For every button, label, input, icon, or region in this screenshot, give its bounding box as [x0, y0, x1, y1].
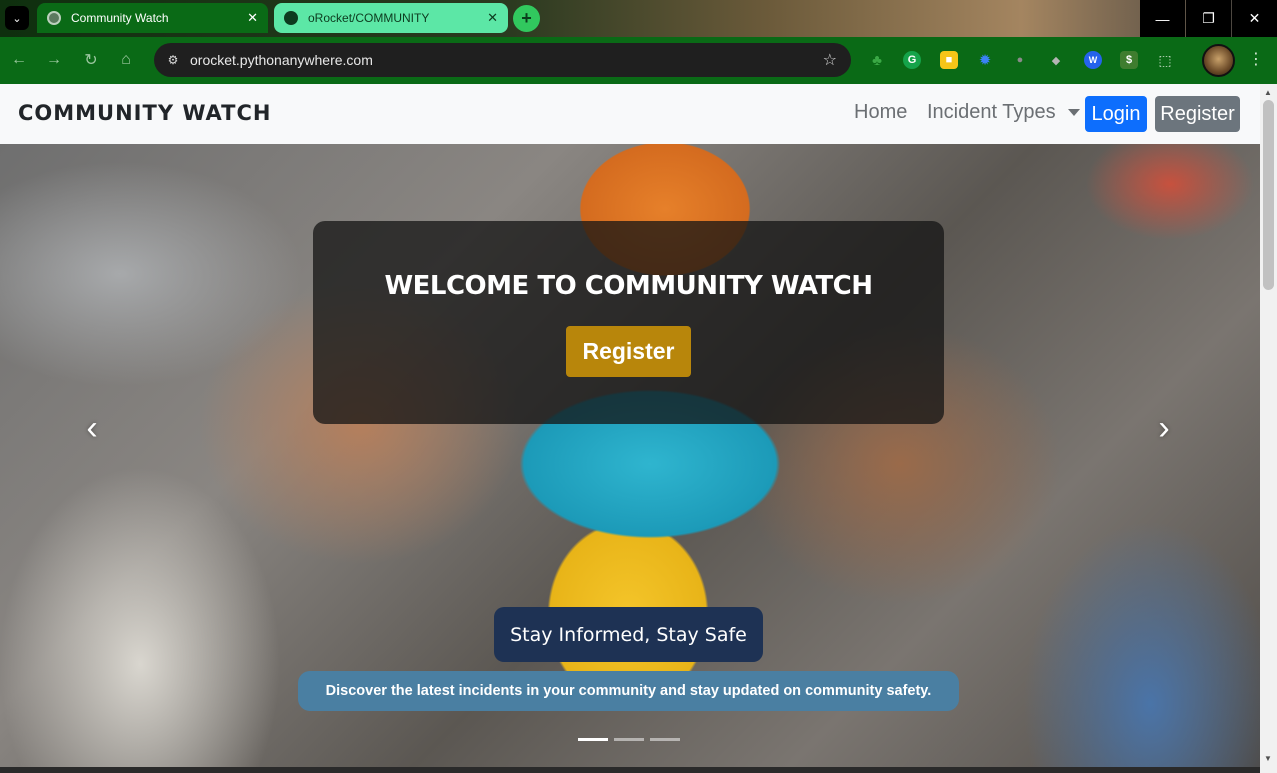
carousel-indicators [578, 738, 680, 741]
carousel-next-icon[interactable]: › [1149, 409, 1179, 448]
bookmark-star-icon[interactable]: ☆ [823, 50, 837, 70]
globe-icon [47, 11, 61, 25]
nav-incident-types-dropdown[interactable]: Incident Types [927, 101, 1080, 124]
site-brand[interactable]: COMMUNITY WATCH [18, 101, 272, 125]
nav-home-link[interactable]: Home [854, 101, 907, 124]
forward-icon[interactable]: → [43, 49, 65, 71]
welcome-card: WELCOME TO COMMUNITY WATCH Register [313, 221, 944, 424]
address-bar[interactable]: ⚙ orocket.pythonanywhere.com ☆ [154, 43, 851, 77]
welcome-heading: WELCOME TO COMMUNITY WATCH [384, 271, 873, 301]
tab-search-icon[interactable]: ⌄ [5, 6, 29, 30]
address-text[interactable]: orocket.pythonanywhere.com [190, 52, 373, 68]
grammarly-extension-icon[interactable]: G [903, 51, 921, 69]
new-tab-button[interactable]: + [513, 5, 540, 32]
puzzle-extension-icon[interactable]: ⬚ [1156, 51, 1174, 69]
tab-github-community[interactable]: oRocket/COMMUNITY ✕ [274, 3, 508, 33]
carousel-indicator[interactable] [614, 738, 644, 741]
tab-title: Community Watch [71, 11, 169, 25]
scroll-up-icon[interactable]: ▲ [1264, 88, 1272, 97]
dollar-extension-icon[interactable]: $ [1120, 51, 1138, 69]
hero-subtagline: Discover the latest incidents in your co… [298, 671, 959, 711]
site-info-icon[interactable]: ⚙ [164, 51, 182, 69]
hero-carousel: WELCOME TO COMMUNITY WATCH Register ‹ › … [0, 144, 1260, 767]
back-icon[interactable]: ← [8, 49, 30, 71]
close-tab-icon[interactable]: ✕ [487, 10, 498, 26]
carousel-prev-icon[interactable]: ‹ [77, 409, 107, 448]
carousel-indicator[interactable] [578, 738, 608, 741]
browser-menu-icon[interactable]: ⋮ [1248, 49, 1264, 69]
browser-toolbar: ← → ↻ ⌂ ⚙ orocket.pythonanywhere.com ☆ ♣… [0, 37, 1277, 84]
tree-extension-icon[interactable]: ♣ [868, 51, 886, 69]
page-viewport: COMMUNITY WATCH Home Incident Types Logi… [0, 84, 1260, 767]
register-nav-button[interactable]: Register [1155, 96, 1240, 132]
nav-incident-types-label: Incident Types [927, 101, 1056, 123]
tab-community-watch[interactable]: Community Watch ✕ [37, 3, 268, 33]
vertical-scrollbar[interactable]: ▲ ▼ [1260, 84, 1277, 773]
restore-button[interactable]: ❐ [1186, 0, 1231, 37]
scrollbar-thumb[interactable] [1263, 100, 1274, 290]
close-window-button[interactable]: ✕ [1232, 0, 1277, 37]
gear-extension-icon[interactable]: ✹ [976, 51, 994, 69]
horizontal-scrollbar[interactable] [0, 767, 1260, 773]
wp-extension-icon[interactable]: W [1084, 51, 1102, 69]
home-icon[interactable]: ⌂ [115, 49, 137, 71]
notes-extension-icon[interactable]: ■ [940, 51, 958, 69]
scroll-down-icon[interactable]: ▼ [1264, 754, 1272, 763]
github-icon [284, 11, 298, 25]
hero-tagline: Stay Informed, Stay Safe [494, 607, 763, 662]
bulb-extension-icon[interactable]: ● [1011, 51, 1029, 69]
close-tab-icon[interactable]: ✕ [247, 10, 258, 26]
carousel-indicator[interactable] [650, 738, 680, 741]
browser-tab-strip: ⌄ Community Watch ✕ oRocket/COMMUNITY ✕ … [0, 0, 1277, 37]
layers-extension-icon[interactable]: ◆ [1047, 51, 1065, 69]
login-button[interactable]: Login [1085, 96, 1147, 132]
minimize-button[interactable]: — [1140, 0, 1185, 37]
site-navbar: COMMUNITY WATCH Home Incident Types Logi… [0, 84, 1260, 144]
caret-down-icon [1067, 109, 1080, 117]
profile-avatar[interactable] [1202, 44, 1235, 77]
hero-register-button[interactable]: Register [566, 326, 691, 377]
tab-title: oRocket/COMMUNITY [308, 11, 430, 25]
reload-icon[interactable]: ↻ [80, 49, 102, 71]
